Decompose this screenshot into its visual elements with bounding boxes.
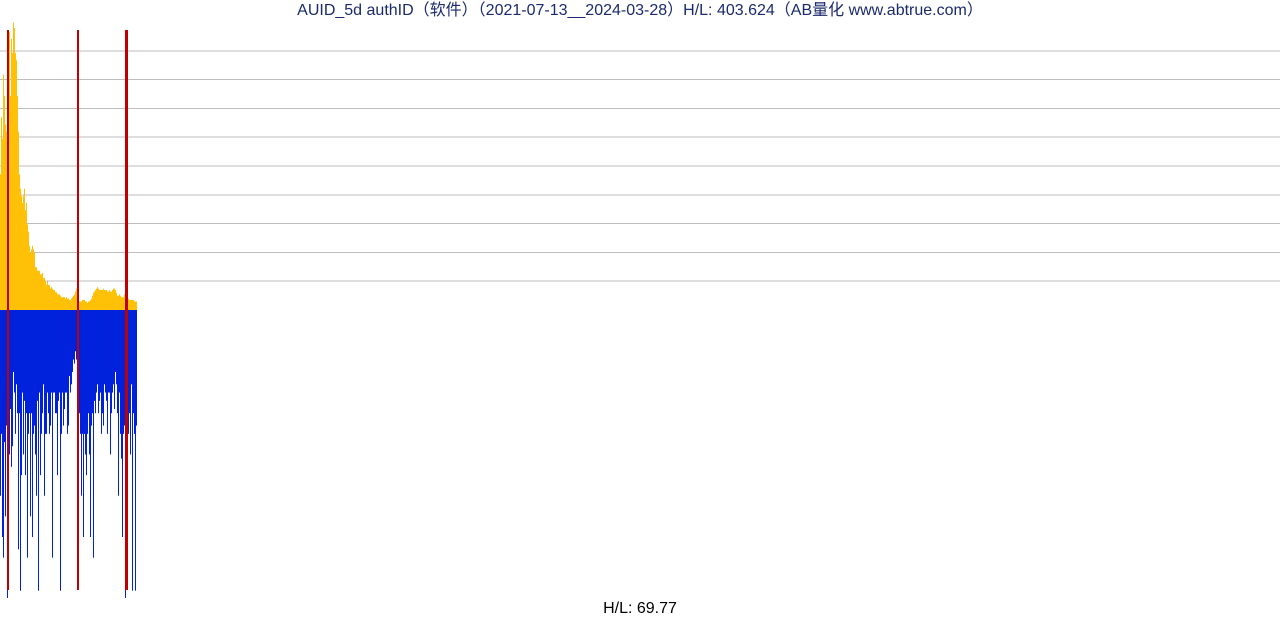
chart-title: AUID_5d authID（软件）（2021-07-13__2024-03-2… — [0, 0, 1280, 22]
chart-footer: H/L: 69.77 — [0, 598, 1280, 620]
chart-plot — [0, 22, 1280, 598]
